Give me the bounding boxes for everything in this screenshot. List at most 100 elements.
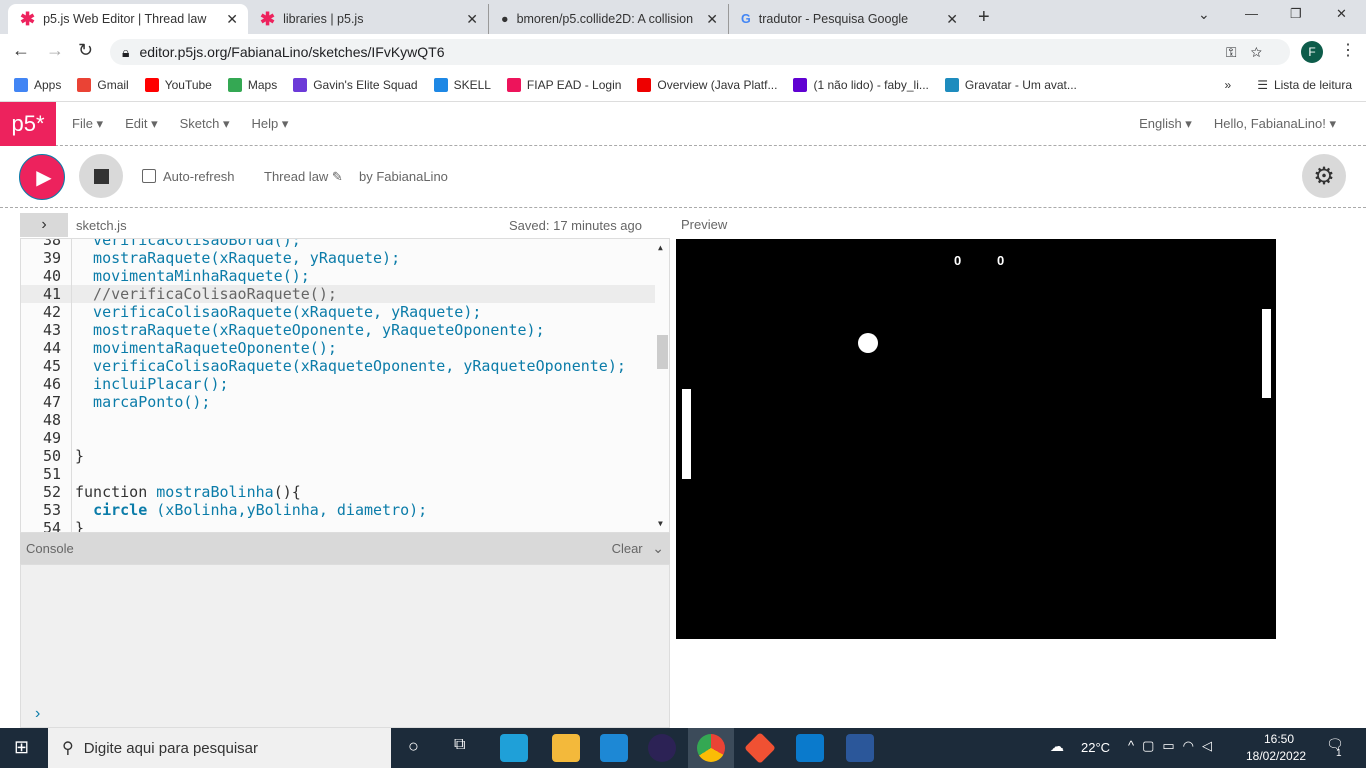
expand-sidebar-button[interactable]: › (20, 213, 68, 237)
bookmark-item[interactable]: FIAP EAD - Login (506, 77, 621, 92)
search-icon: ⚲ (62, 740, 74, 757)
code-line[interactable]: verificaColisaoRaquete(xRaqueteOponente,… (75, 357, 626, 375)
collapse-console-icon[interactable]: ⌄ (652, 540, 664, 556)
back-icon[interactable]: ← (12, 40, 30, 61)
clock-time[interactable]: 16:50 (1264, 732, 1294, 746)
score-right: 0 (997, 253, 1005, 268)
play-button[interactable]: ▶ (19, 154, 65, 200)
new-tab-button[interactable]: + (978, 6, 990, 29)
player-paddle (682, 389, 691, 479)
forward-icon[interactable]: → (46, 40, 64, 61)
auto-refresh-checkbox[interactable] (142, 169, 156, 183)
opponent-paddle (1262, 309, 1271, 398)
bookmark-item[interactable]: SKELL (433, 77, 491, 92)
stop-button[interactable] (79, 154, 123, 198)
clock-date[interactable]: 18/02/2022 (1246, 749, 1306, 763)
preview-label: Preview (681, 217, 728, 232)
edge-icon[interactable] (500, 734, 528, 762)
sketch-name[interactable]: Thread law ✎ (264, 169, 343, 185)
vscode-icon[interactable] (796, 734, 824, 762)
tab-p5-editor[interactable]: ✱ p5.js Web Editor | Thread law ✕ (8, 4, 248, 34)
chrome-taskbar-active[interactable] (688, 728, 734, 768)
bookmark-item[interactable]: YouTube (144, 77, 212, 92)
restore-button[interactable]: ❐ (1290, 6, 1302, 22)
tab-google[interactable]: Gtradutor - Pesquisa Google ✕ (728, 4, 968, 34)
bookmark-item[interactable]: Gravatar - Um avat... (944, 77, 1077, 92)
line-number: 52 (42, 483, 61, 501)
url-input[interactable]: 🔒︎ editor.p5js.org/FabianaLino/sketches/I… (110, 39, 1290, 65)
code-line[interactable]: function mostraBolinha(){ (75, 483, 301, 501)
bookmark-icon (14, 77, 28, 92)
clear-console-button[interactable]: Clear (612, 541, 643, 556)
menu-sketch[interactable]: Sketch ▾ (174, 116, 236, 132)
weather-temp[interactable]: 22°C (1081, 740, 1110, 755)
menu-help[interactable]: Help ▾ (246, 116, 295, 132)
system-tray-icons[interactable]: ^▢▭◠◁ (1128, 738, 1220, 754)
avatar[interactable]: F (1301, 41, 1323, 63)
file-explorer-icon[interactable] (552, 734, 580, 762)
sketch-author[interactable]: by FabianaLino (359, 169, 448, 184)
code-line[interactable]: } (75, 519, 84, 532)
tab-libraries[interactable]: ✱ libraries | p5.js ✕ (248, 4, 488, 34)
p5-logo[interactable]: p5* (0, 101, 56, 146)
close-icon[interactable]: ✕ (226, 11, 238, 28)
word-icon[interactable] (846, 734, 874, 762)
task-view-icon[interactable]: ⧉ (454, 736, 465, 754)
code-line[interactable]: mostraRaquete(xRaqueteOponente, yRaquete… (75, 321, 545, 339)
reading-list-button[interactable]: » ☰ Lista de leitura (1225, 78, 1353, 92)
code-line[interactable]: circle (xBolinha,yBolinha, diametro); (75, 501, 427, 519)
bookmark-item[interactable]: Maps (227, 77, 277, 92)
reload-icon[interactable]: ↻ (78, 40, 93, 61)
code-line[interactable]: incluiPlacar(); (75, 375, 228, 393)
taskbar-search[interactable]: ⚲ Digite aqui para pesquisar (48, 728, 391, 768)
menu-icon[interactable]: ⋮ (1340, 40, 1356, 60)
line-number: 38 (42, 238, 61, 249)
mail-icon[interactable] (600, 734, 628, 762)
close-icon[interactable]: ✕ (466, 11, 478, 28)
tab-search-icon[interactable]: ⌄ (1198, 6, 1210, 23)
user-menu[interactable]: Hello, FabianaLino! ▾ (1208, 116, 1342, 132)
bookmark-icon (144, 77, 159, 92)
scroll-down-icon[interactable]: ▼ (658, 519, 663, 528)
scrollbar[interactable]: ▲ ▼ (655, 239, 669, 532)
windows-start-icon[interactable]: ⊞ (14, 737, 29, 758)
omnibox-actions-icon[interactable]: ⚿☆ (1226, 44, 1276, 61)
code-line[interactable]: verificaColisaoBorda(); (75, 239, 301, 249)
code-line[interactable]: } (75, 447, 84, 465)
lock-icon: 🔒︎ (122, 43, 130, 60)
minimize-button[interactable]: — (1245, 6, 1258, 21)
code-line[interactable]: marcaPonto(); (75, 393, 210, 411)
tab-github[interactable]: ● bmoren/p5.collide2D: A collision ✕ (488, 4, 728, 34)
console-prompt[interactable]: › (35, 705, 40, 723)
eclipse-icon[interactable] (648, 734, 676, 762)
code-line[interactable]: movimentaRaqueteOponente(); (75, 339, 337, 357)
preview-canvas[interactable]: 0 0 (676, 239, 1276, 639)
bookmark-item[interactable]: (1 não lido) - faby_li... (793, 77, 929, 92)
code-line[interactable]: //verificaColisaoRaquete(); (75, 285, 337, 303)
bookmark-item[interactable]: Gavin's Elite Squad (293, 77, 418, 92)
line-number: 45 (42, 357, 61, 375)
more-bookmarks-icon[interactable]: » (1225, 78, 1232, 92)
scroll-up-icon[interactable]: ▲ (658, 243, 663, 252)
bookmark-item[interactable]: Apps (14, 77, 61, 92)
menu-file[interactable]: File ▾ (66, 116, 109, 132)
line-number: 43 (42, 321, 61, 339)
weather-icon[interactable]: ☁ (1050, 738, 1064, 755)
code-line[interactable]: verificaColisaoRaquete(xRaquete, yRaquet… (75, 303, 481, 321)
close-icon[interactable]: ✕ (706, 11, 718, 28)
close-icon[interactable]: ✕ (946, 11, 958, 28)
settings-button[interactable]: ⚙ (1302, 154, 1346, 198)
cortana-icon[interactable]: ○ (408, 736, 419, 757)
line-number: 39 (42, 249, 61, 267)
code-line[interactable]: mostraRaquete(xRaquete, yRaquete); (75, 249, 400, 267)
scrollbar-thumb[interactable] (657, 335, 668, 369)
console-output[interactable]: › (20, 564, 670, 728)
menu-edit[interactable]: Edit ▾ (119, 116, 164, 132)
code-line[interactable]: movimentaMinhaRaquete(); (75, 267, 310, 285)
close-window-button[interactable]: ✕ (1336, 6, 1347, 22)
language-menu[interactable]: English ▾ (1133, 116, 1198, 132)
bookmark-item[interactable]: Overview (Java Platf... (637, 77, 777, 92)
bookmark-item[interactable]: Gmail (77, 77, 129, 92)
code-editor[interactable]: 38 verificaColisaoBorda(); 39 mostraRaque… (20, 238, 670, 533)
bookmark-icon (77, 77, 92, 92)
